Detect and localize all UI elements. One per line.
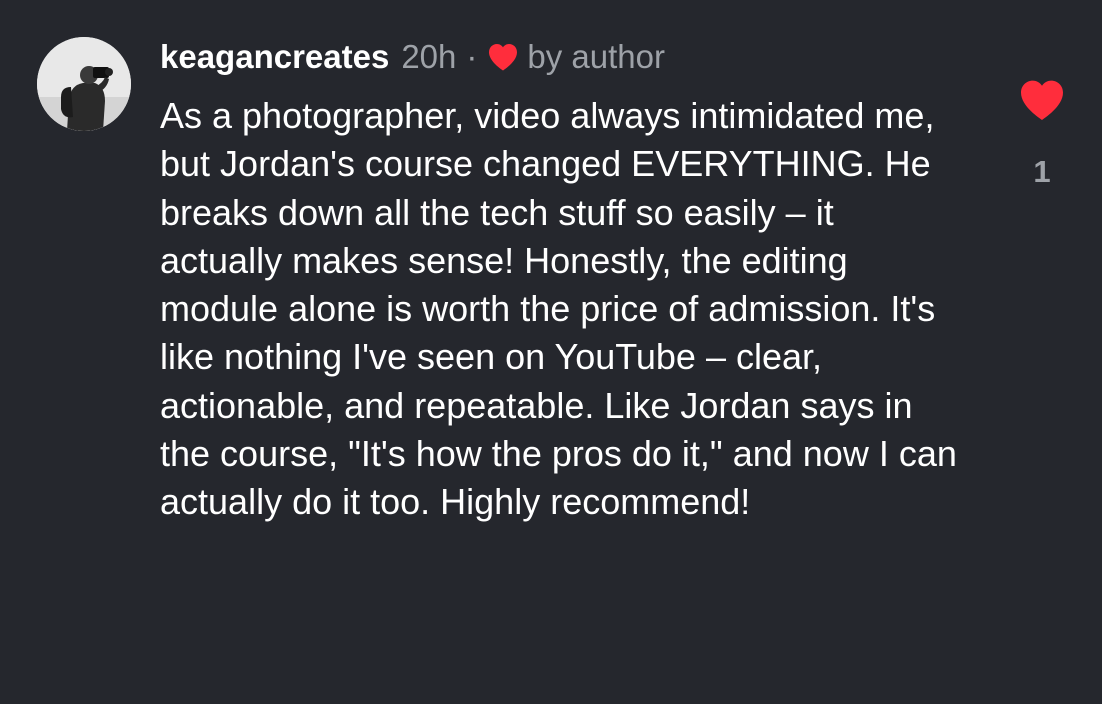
- heart-filled-icon: [1021, 80, 1063, 120]
- liked-by-author-label: by author: [527, 38, 665, 75]
- like-count: 1: [1033, 154, 1051, 189]
- like-column: 1: [1010, 78, 1074, 192]
- like-button[interactable]: [1018, 78, 1066, 122]
- comment-meta: keagancreates 20h · by author: [160, 34, 980, 80]
- comment-content: keagancreates 20h · by author As a photo…: [160, 34, 980, 527]
- comment-text: As a photographer, video always intimida…: [160, 95, 957, 523]
- avatar[interactable]: [37, 37, 131, 131]
- comment-item: keagancreates 20h · by author As a photo…: [0, 0, 1102, 704]
- avatar-photo: [37, 37, 131, 131]
- heart-filled-icon: [487, 42, 519, 72]
- timestamp: 20h: [401, 38, 457, 75]
- username[interactable]: keagancreates: [160, 34, 389, 80]
- meta-separator: ·: [466, 38, 478, 75]
